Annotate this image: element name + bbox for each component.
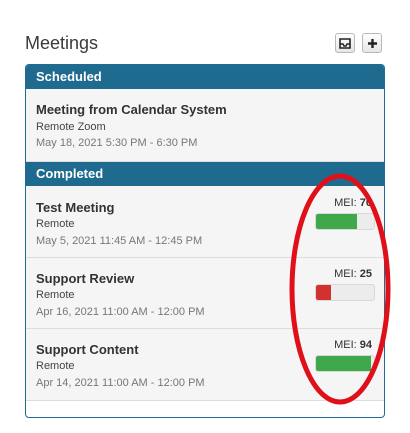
meeting-date: May 18, 2021 5:30 PM - 6:30 PM [36,137,198,149]
meeting-location: Remote Zoom [36,121,106,133]
meetings-panel: Scheduled Meeting from Calendar System R… [25,64,385,418]
inbox-icon [339,37,351,49]
meeting-date: Apr 16, 2021 11:00 AM - 12:00 PM [36,306,205,318]
inbox-button[interactable] [335,33,355,53]
meeting-title: Test Meeting [36,200,115,215]
mei-score: 70 [359,197,372,209]
section-header-scheduled: Scheduled [26,65,384,89]
meeting-item[interactable]: Support Review Remote Apr 16, 2021 11:00… [26,258,384,329]
meeting-item[interactable]: Support Content Remote Apr 14, 2021 11:0… [26,329,384,401]
meeting-item[interactable]: Meeting from Calendar System Remote Zoom… [26,89,384,162]
mei-score: 25 [359,268,372,280]
mei-progress-bar [315,355,375,372]
plus-icon [367,38,377,48]
meeting-location: Remote [36,360,75,372]
mei-progress-fill [316,214,357,229]
meetings-header: Meetings [25,31,385,57]
mei-progress-bar [315,213,375,230]
meeting-title: Meeting from Calendar System [36,102,227,117]
mei-progress-fill [316,356,371,371]
mei-progress-bar [315,284,375,301]
mei-label: MEI: 94 [334,339,372,351]
meeting-location: Remote [36,289,75,301]
meeting-location: Remote [36,218,75,230]
meeting-date: May 5, 2021 11:45 AM - 12:45 PM [36,235,203,247]
meeting-date: Apr 14, 2021 11:00 AM - 12:00 PM [36,377,205,389]
mei-label: MEI: 25 [334,268,372,280]
meeting-title: Support Content [36,342,139,357]
mei-progress-fill [316,285,331,300]
meeting-title: Support Review [36,271,135,286]
add-meeting-button[interactable] [362,33,382,53]
mei-label: MEI: 70 [334,197,372,209]
meeting-item[interactable]: Test Meeting Remote May 5, 2021 11:45 AM… [26,186,384,258]
page-title: Meetings [25,33,99,53]
section-header-completed: Completed [26,162,384,186]
mei-score: 94 [359,339,372,351]
